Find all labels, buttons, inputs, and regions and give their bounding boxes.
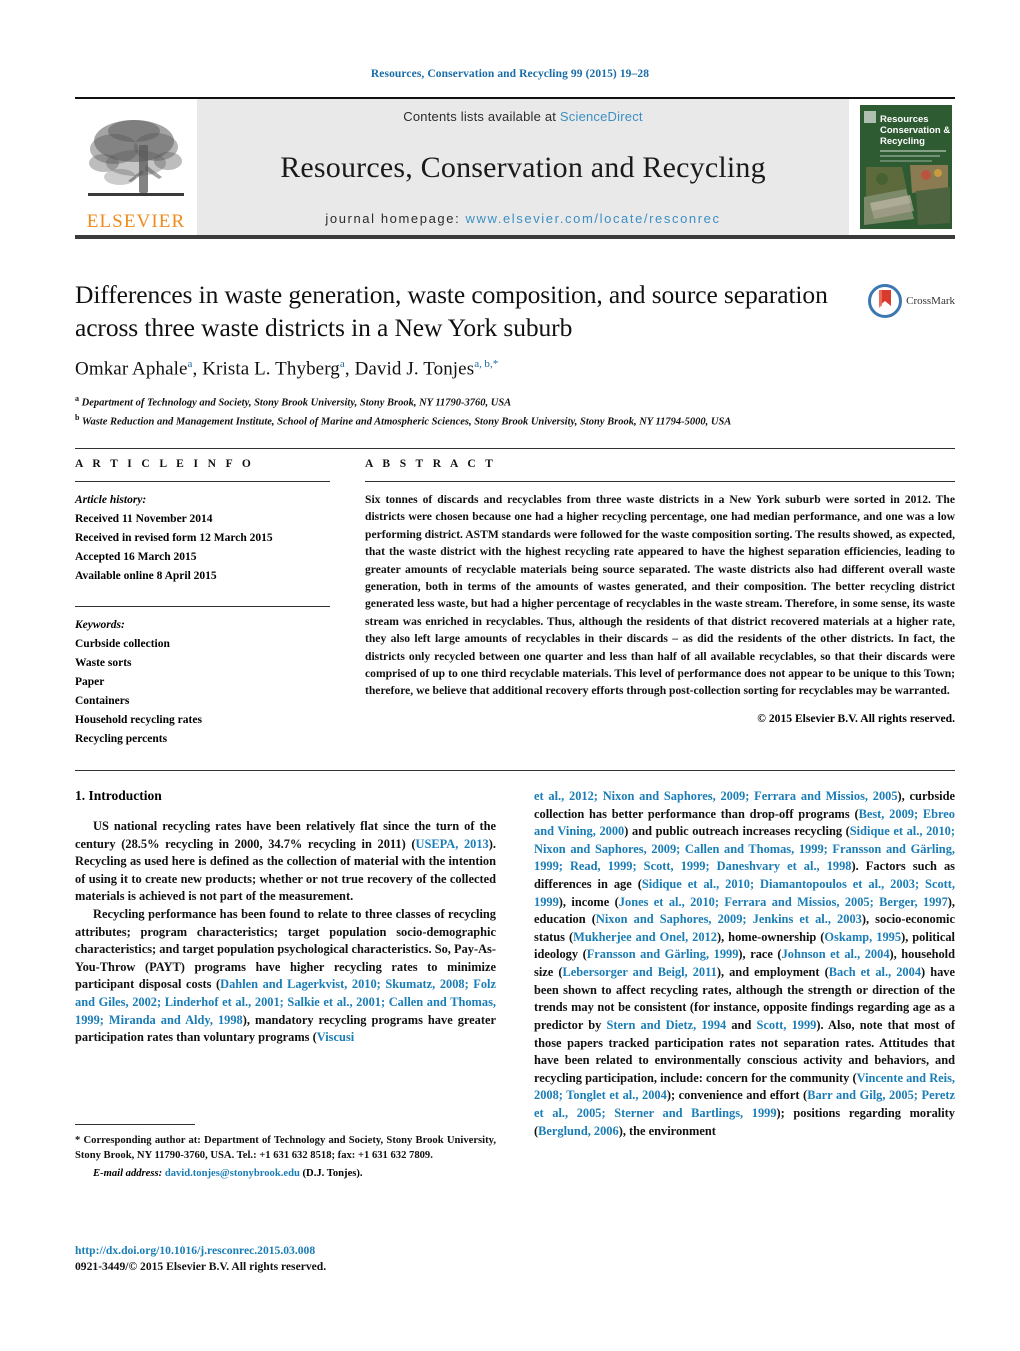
email-suffix: (D.J. Tonjes). [302,1167,363,1179]
svg-text:Conservation &: Conservation & [880,125,950,136]
email-link[interactable]: david.tonjes@stonybrook.edu [165,1168,300,1179]
keyword-item: Waste sorts [75,656,132,669]
doi-block: http://dx.doi.org/10.1016/j.resconrec.20… [75,1243,575,1275]
body-top-rule [75,770,955,771]
citation-link[interactable]: Scott, 1999 [757,1018,817,1032]
text-run: ), the environment [618,1123,716,1138]
info-top-rule [75,448,955,449]
elsevier-logo: ELSEVIER [75,99,197,235]
journal-masthead: ELSEVIER Contents lists available at Sci… [75,97,955,239]
affiliation-b-text: Waste Reduction and Management Institute… [81,416,732,428]
citation-link[interactable]: Berglund, 2006 [538,1124,619,1138]
keyword-item: Containers [75,694,130,707]
body-column-left: 1. Introduction US national recycling ra… [75,788,496,1140]
keywords-block: Keywords: Curbside collection Waste sort… [75,605,330,749]
text-run: ), race ( [738,947,782,962]
history-item: Received in revised form 12 March 2015 [75,531,273,544]
affiliation-b: b Waste Reduction and Management Institu… [75,412,955,431]
footnote-rule [75,1124,195,1125]
crossmark-label: CrossMark [906,295,955,307]
text-run: ), home-ownership ( [716,929,825,944]
doi-link[interactable]: http://dx.doi.org/10.1016/j.resconrec.20… [75,1243,575,1259]
keyword-item: Recycling percents [75,732,168,745]
keywords-label: Keywords: [75,618,125,631]
crossmark-icon [868,284,903,318]
citation-link[interactable]: et al., 2012; Nixon and Saphores, 2009; … [534,789,898,803]
text-run: ), income ( [558,894,619,909]
title-block: Differences in waste generation, waste c… [75,278,955,431]
citation-link[interactable]: Viscusi [317,1030,354,1044]
affiliation-marker-a: a [75,393,79,403]
abstract-copyright: © 2015 Elsevier B.V. All rights reserved… [757,711,955,725]
keywords-rule [75,605,330,607]
history-item: Available online 8 April 2015 [75,569,217,582]
elsevier-wordmark: ELSEVIER [86,211,186,232]
contents-available-line: Contents lists available at ScienceDirec… [403,109,642,124]
history-item: Accepted 16 March 2015 [75,550,197,563]
article-info-heading: A R T I C L E I N F O [75,458,255,470]
abstract-text: Six tonnes of discards and recyclables f… [365,493,955,698]
text-run: and [726,1017,757,1032]
text-run: ), and employment ( [716,965,829,980]
text-run: ) and public outreach increases recyclin… [624,824,850,839]
citation-link[interactable]: USEPA, 2013 [416,837,489,851]
corresponding-author-note: * Corresponding author at: Department of… [75,1135,496,1162]
journal-article-page: Resources, Conservation and Recycling 99… [0,0,1020,1351]
paragraph: et al., 2012; Nixon and Saphores, 2009; … [534,788,955,1140]
svg-text:Recycling: Recycling [880,136,925,147]
journal-homepage-line: journal homepage: www.elsevier.com/locat… [325,211,720,226]
contents-prefix: Contents lists available at [403,109,557,124]
journal-title: Resources, Conservation and Recycling [280,150,766,184]
article-info-column: A R T I C L E I N F O Article history: R… [75,458,330,749]
elsevier-tree-icon [88,120,184,196]
article-history-label: Article history: [75,494,147,506]
section-heading-introduction: 1. Introduction [75,788,162,803]
history-item: Received 11 November 2014 [75,512,213,525]
citation-link[interactable]: Jones et al., 2010; Ferrara and Missios,… [619,895,948,909]
issn-copyright-line: 0921-3449/© 2015 Elsevier B.V. All right… [75,1260,327,1274]
abstract-heading: A B S T R A C T [365,458,497,470]
running-head: Resources, Conservation and Recycling 99… [370,68,650,80]
email-note: E-mail address: david.tonjes@stonybrook.… [75,1166,496,1181]
article-info-rule [75,481,330,482]
keyword-item: Household recycling rates [75,713,202,726]
abstract-column: A B S T R A C T Six tonnes of discards a… [365,458,955,749]
homepage-prefix: journal homepage: [325,211,461,226]
email-label: E-mail address: [93,1167,163,1179]
sciencedirect-link[interactable]: ScienceDirect [560,109,643,124]
journal-cover-thumbnail: Resources Conservation & Recycling [857,99,955,235]
keyword-item: Paper [75,675,105,688]
author-list: Omkar Aphalea, Krista L. Thyberga, David… [75,358,499,380]
info-abstract-section: A R T I C L E I N F O Article history: R… [75,458,955,749]
article-body: 1. Introduction US national recycling ra… [75,788,955,1140]
citation-link[interactable]: Nixon and Saphores, 2009; Jenkins et al.… [596,912,862,926]
footnote-block: * Corresponding author at: Department of… [75,1124,496,1181]
page-title: Differences in waste generation, waste c… [75,280,828,343]
homepage-url-link[interactable]: www.elsevier.com/locate/resconrec [466,211,721,226]
citation-link[interactable]: Fransson and Gärling, 1999 [587,947,739,961]
citation-link[interactable]: Stern and Dietz, 1994 [606,1018,726,1032]
citation-link[interactable]: Oskamp, 1995 [824,930,901,944]
paragraph: Recycling performance has been found to … [75,906,496,1047]
svg-text:Resources: Resources [880,114,929,125]
affiliation-marker-b: b [75,413,80,423]
text-run: ); convenience and effort ( [666,1088,808,1103]
citation-link[interactable]: Johnson et al., 2004 [782,947,890,961]
body-column-right: et al., 2012; Nixon and Saphores, 2009; … [534,788,955,1140]
journal-band: Contents lists available at ScienceDirec… [197,99,849,235]
citation-link[interactable]: Mukherjee and Onel, 2012 [573,930,717,944]
abstract-rule [365,481,955,482]
citation-link[interactable]: Lebersorger and Beigl, 2011 [562,965,716,979]
affiliation-a-text: Department of Technology and Society, St… [81,397,512,409]
crossmark-badge[interactable]: CrossMark [868,284,955,318]
affiliation-a: a Department of Technology and Society, … [75,393,955,412]
journal-cover-image: Resources Conservation & Recycling [860,105,952,229]
citation-link[interactable]: Bach et al., 2004 [829,965,921,979]
keyword-item: Curbside collection [75,637,170,650]
paragraph: US national recycling rates have been re… [75,818,496,906]
